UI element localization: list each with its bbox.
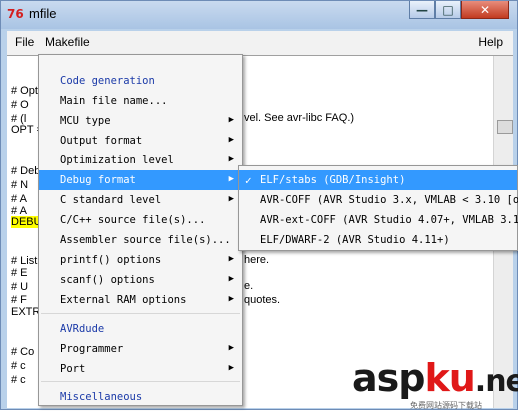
editor-line-highlighted: DEBU [11, 216, 42, 228]
watermark-text: aspku.net [352, 356, 518, 400]
submenu-arrow-icon: ▶ [228, 343, 234, 353]
editor-line: # c [11, 360, 26, 372]
submenu-item-avr-ext-coff[interactable]: AVR-ext-COFF (AVR Studio 4.07+, VMLAB 3.… [239, 210, 518, 230]
menu-makefile[interactable]: Makefile [45, 35, 90, 49]
submenu-arrow-icon: ▶ [228, 135, 234, 145]
makefile-menu: Code generation Main file name... MCU ty… [38, 54, 243, 406]
editor-line: # Co [11, 346, 35, 358]
editor-line: # E [11, 267, 28, 279]
submenu-arrow-icon: ▶ [228, 254, 234, 264]
submenu-arrow-icon: ▶ [228, 154, 234, 164]
window-title: mfile [29, 6, 57, 21]
submenu-arrow-icon: ▶ [228, 194, 234, 204]
watermark-logo: aspku.net 免费网站源码下载站 [348, 356, 518, 410]
editor-line: # Opt [11, 85, 38, 97]
menu-file[interactable]: File [15, 35, 34, 49]
menu-heading-code-generation: Code generation [60, 75, 155, 87]
editor-fragment: vel. See avr-libc FAQ.) [244, 112, 355, 124]
title-bar[interactable]: 76 mfile — □ ✕ [1, 1, 517, 29]
editor-line: # O [11, 99, 29, 111]
maximize-button[interactable]: □ [435, 1, 461, 19]
submenu-arrow-icon: ▶ [228, 294, 234, 304]
mfile-logo-icon: 76 [7, 7, 24, 21]
close-button[interactable]: ✕ [461, 1, 509, 19]
scrollbar-thumb[interactable] [497, 120, 513, 134]
submenu-arrow-icon: ▶ [228, 363, 234, 373]
editor-line: # F [11, 294, 27, 306]
submenu-item-elf-stabs[interactable]: ✓ ELF/stabs (GDB/Insight) [239, 170, 517, 190]
editor-line: EXTR [11, 306, 41, 318]
menu-item-c-source-files[interactable]: C/C++ source file(s)... [39, 210, 242, 230]
menu-item-mcu-type[interactable]: MCU type ▶ [39, 111, 242, 131]
debug-format-submenu: ✓ ELF/stabs (GDB/Insight) AVR-COFF (AVR S… [238, 165, 518, 251]
menu-item-output-format[interactable]: Output format ▶ [39, 131, 242, 151]
menu-item-debug-format[interactable]: Debug format ▶ [39, 170, 242, 190]
menu-item-programmer[interactable]: Programmer ▶ [39, 339, 242, 359]
submenu-arrow-icon: ▶ [228, 274, 234, 284]
watermark-subtitle: 免费网站源码下载站 [410, 401, 482, 410]
submenu-item-avr-coff[interactable]: AVR-COFF (AVR Studio 3.x, VMLAB < 3.10 [… [239, 190, 518, 210]
menu-item-main-file-name[interactable]: Main file name... [39, 91, 242, 111]
menu-separator [41, 313, 240, 314]
submenu-arrow-icon: ▶ [228, 115, 234, 125]
menu-help[interactable]: Help [478, 35, 503, 49]
submenu-arrow-icon: ▶ [228, 174, 234, 184]
menu-heading-miscellaneous: Miscellaneous [60, 391, 143, 403]
editor-line: # Deb [11, 165, 41, 177]
menu-item-scanf-options[interactable]: scanf() options ▶ [39, 270, 242, 290]
editor-line: # List [11, 255, 38, 267]
menu-heading-avrdude: AVRdude [60, 323, 105, 335]
menu-bar: File Makefile Help [7, 31, 513, 55]
menu-item-external-ram-options[interactable]: External RAM options ▶ [39, 290, 242, 310]
editor-fragment: quotes. [244, 294, 281, 306]
submenu-item-elf-dwarf2[interactable]: ELF/DWARF-2 (AVR Studio 4.11+) [239, 230, 517, 250]
menu-item-printf-options[interactable]: printf() options ▶ [39, 250, 242, 270]
minimize-button[interactable]: — [409, 1, 435, 19]
editor-line: # U [11, 281, 29, 293]
editor-line: # c [11, 374, 26, 386]
editor-fragment: here. [244, 254, 270, 266]
menu-item-port[interactable]: Port ▶ [39, 359, 242, 379]
menu-item-optimization-level[interactable]: Optimization level ▶ [39, 150, 242, 170]
menu-item-c-standard-level[interactable]: C standard level ▶ [39, 190, 242, 210]
check-icon: ✓ [245, 174, 252, 187]
menu-separator [41, 381, 240, 382]
menu-item-assembler-source-files[interactable]: Assembler source file(s)... [39, 230, 242, 250]
editor-fragment: e. [244, 280, 254, 292]
editor-line: # A [11, 193, 27, 205]
editor-line: # N [11, 179, 29, 191]
